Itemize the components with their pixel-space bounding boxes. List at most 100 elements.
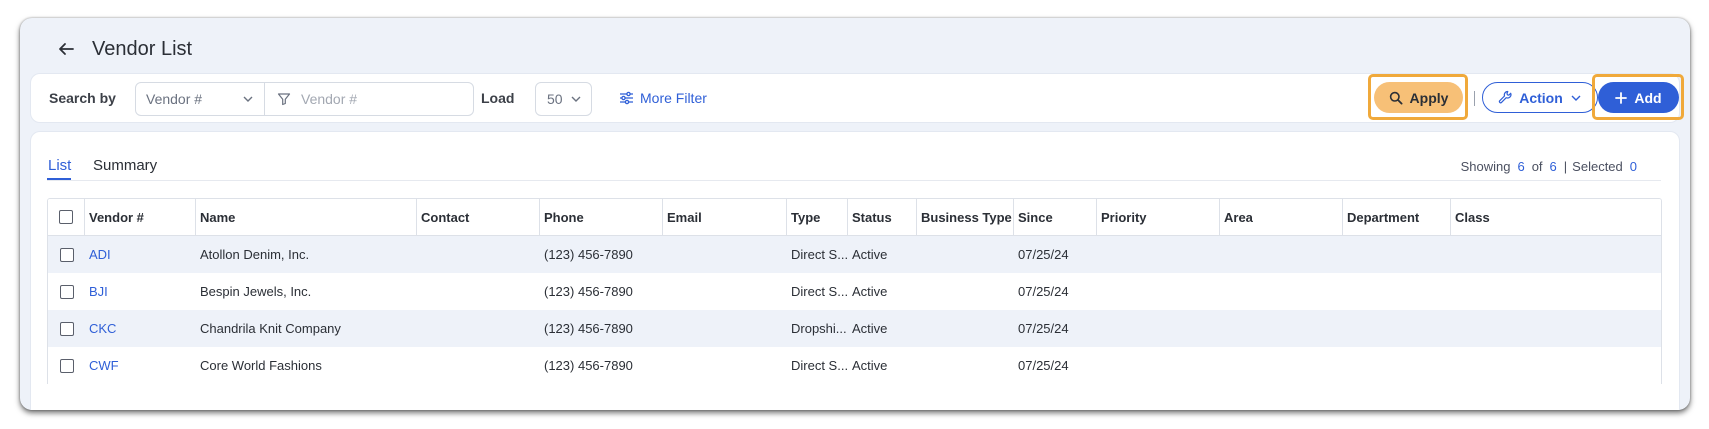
row-checkbox[interactable] xyxy=(59,284,74,299)
tabs-divider xyxy=(47,180,1661,181)
vendor-class xyxy=(1451,347,1563,384)
row-checkbox-cell xyxy=(48,236,85,273)
vendor-link[interactable]: CKC xyxy=(85,310,196,347)
vendor-area xyxy=(1220,347,1343,384)
row-checkbox[interactable] xyxy=(59,321,74,336)
vendor-department xyxy=(1343,310,1451,347)
of-label: of xyxy=(1531,159,1543,174)
vendor-priority xyxy=(1097,273,1220,310)
search-by-label: Search by xyxy=(49,90,116,106)
table-row[interactable]: BJI Bespin Jewels, Inc. (123) 456-7890 D… xyxy=(48,273,1661,310)
wrench-icon xyxy=(1498,90,1513,105)
tab-list[interactable]: List xyxy=(48,157,71,174)
vendor-email xyxy=(663,273,787,310)
page-header: Vendor List xyxy=(54,34,192,64)
apply-label: Apply xyxy=(1409,89,1449,106)
vendor-business-type xyxy=(917,273,1014,310)
vendor-type: Direct S... xyxy=(791,284,848,299)
back-arrow-icon[interactable] xyxy=(54,37,78,61)
total-count: 6 xyxy=(1549,159,1557,174)
row-checkbox[interactable] xyxy=(59,358,74,373)
vendor-since: 07/25/24 xyxy=(1018,247,1069,262)
sliders-icon xyxy=(619,91,634,105)
vendor-business-type xyxy=(917,347,1014,384)
vendor-area xyxy=(1220,310,1343,347)
column-header-name[interactable]: Name xyxy=(196,199,417,235)
search-field-value: Vendor # xyxy=(146,91,203,107)
row-checkbox-cell xyxy=(48,347,85,384)
vendor-department xyxy=(1343,273,1451,310)
column-header-phone[interactable]: Phone xyxy=(540,199,663,235)
vendor-link[interactable]: BJI xyxy=(85,273,196,310)
load-count-select[interactable]: 50 xyxy=(535,82,592,116)
vendor-status: Active xyxy=(852,284,888,299)
vendor-contact xyxy=(417,310,540,347)
vendor-name: Bespin Jewels, Inc. xyxy=(200,284,312,299)
row-checkbox[interactable] xyxy=(59,247,74,262)
load-count-value: 50 xyxy=(547,91,563,107)
column-header-area[interactable]: Area xyxy=(1220,199,1343,235)
apply-button[interactable]: Apply xyxy=(1374,82,1463,113)
selected-label: Selected xyxy=(1572,159,1623,174)
vendor-class xyxy=(1451,236,1563,273)
vendor-priority xyxy=(1097,347,1220,384)
load-label: Load xyxy=(481,90,515,106)
tab-summary[interactable]: Summary xyxy=(93,157,157,174)
vendor-priority xyxy=(1097,236,1220,273)
vendor-contact xyxy=(417,347,540,384)
vendor-phone: (123) 456-7890 xyxy=(544,284,633,299)
plus-icon xyxy=(1615,91,1628,104)
column-header-since[interactable]: Since xyxy=(1014,199,1097,235)
vendor-name: Atollon Denim, Inc. xyxy=(200,247,310,262)
table-row[interactable]: ADI Atollon Denim, Inc. (123) 456-7890 D… xyxy=(48,236,1661,273)
filter-funnel-icon xyxy=(277,92,291,106)
vendor-business-type xyxy=(917,236,1014,273)
vendor-status: Active xyxy=(852,247,888,262)
table-row[interactable]: CKC Chandrila Knit Company (123) 456-789… xyxy=(48,310,1661,347)
table-row[interactable]: CWF Core World Fashions (123) 456-7890 D… xyxy=(48,347,1661,384)
vendor-priority xyxy=(1097,310,1220,347)
search-input[interactable] xyxy=(301,91,461,107)
vendor-type: Dropshi... xyxy=(791,321,847,336)
vendor-business-type xyxy=(917,310,1014,347)
vendor-type: Direct S... xyxy=(791,247,848,262)
vendor-email xyxy=(663,347,787,384)
vendor-contact xyxy=(417,236,540,273)
column-header-department[interactable]: Department xyxy=(1343,199,1451,235)
summary-divider: | xyxy=(1563,159,1568,174)
vendor-since: 07/25/24 xyxy=(1018,321,1069,336)
select-all-checkbox[interactable] xyxy=(59,210,73,224)
action-dropdown-button[interactable]: Action xyxy=(1482,82,1598,113)
column-header-class[interactable]: Class xyxy=(1451,199,1563,235)
column-header-vendor[interactable]: Vendor # xyxy=(85,199,196,235)
vendor-contact xyxy=(417,273,540,310)
table-header-row: Vendor # Name Contact Phone Email Type S… xyxy=(48,199,1661,236)
more-filter-button[interactable]: More Filter xyxy=(619,90,707,106)
vendor-link[interactable]: ADI xyxy=(85,236,196,273)
vendor-since: 07/25/24 xyxy=(1018,358,1069,373)
vendor-phone: (123) 456-7890 xyxy=(544,321,633,336)
column-header-business-type[interactable]: Business Type xyxy=(917,199,1014,235)
vendor-type: Direct S... xyxy=(791,358,848,373)
showing-label: Showing xyxy=(1460,159,1511,174)
vendor-email xyxy=(663,310,787,347)
add-button[interactable]: Add xyxy=(1598,82,1679,113)
column-header-contact[interactable]: Contact xyxy=(417,199,540,235)
filter-toolbar: Search by Vendor # Load 50 More Filter xyxy=(30,73,1684,123)
column-header-email[interactable]: Email xyxy=(663,199,787,235)
vendor-area xyxy=(1220,273,1343,310)
vendor-since: 07/25/24 xyxy=(1018,284,1069,299)
vendor-phone: (123) 456-7890 xyxy=(544,247,633,262)
vendor-link[interactable]: CWF xyxy=(85,347,196,384)
vendor-area xyxy=(1220,236,1343,273)
vendor-phone: (123) 456-7890 xyxy=(544,358,633,373)
search-field-select[interactable]: Vendor # xyxy=(135,82,265,116)
page-title: Vendor List xyxy=(92,37,193,60)
vendor-class xyxy=(1451,310,1563,347)
column-header-type[interactable]: Type xyxy=(787,199,848,235)
vendor-name: Core World Fashions xyxy=(200,358,322,373)
column-header-priority[interactable]: Priority xyxy=(1097,199,1220,235)
vendor-table: Vendor # Name Contact Phone Email Type S… xyxy=(47,198,1662,384)
action-label: Action xyxy=(1519,89,1563,106)
column-header-status[interactable]: Status xyxy=(848,199,917,235)
